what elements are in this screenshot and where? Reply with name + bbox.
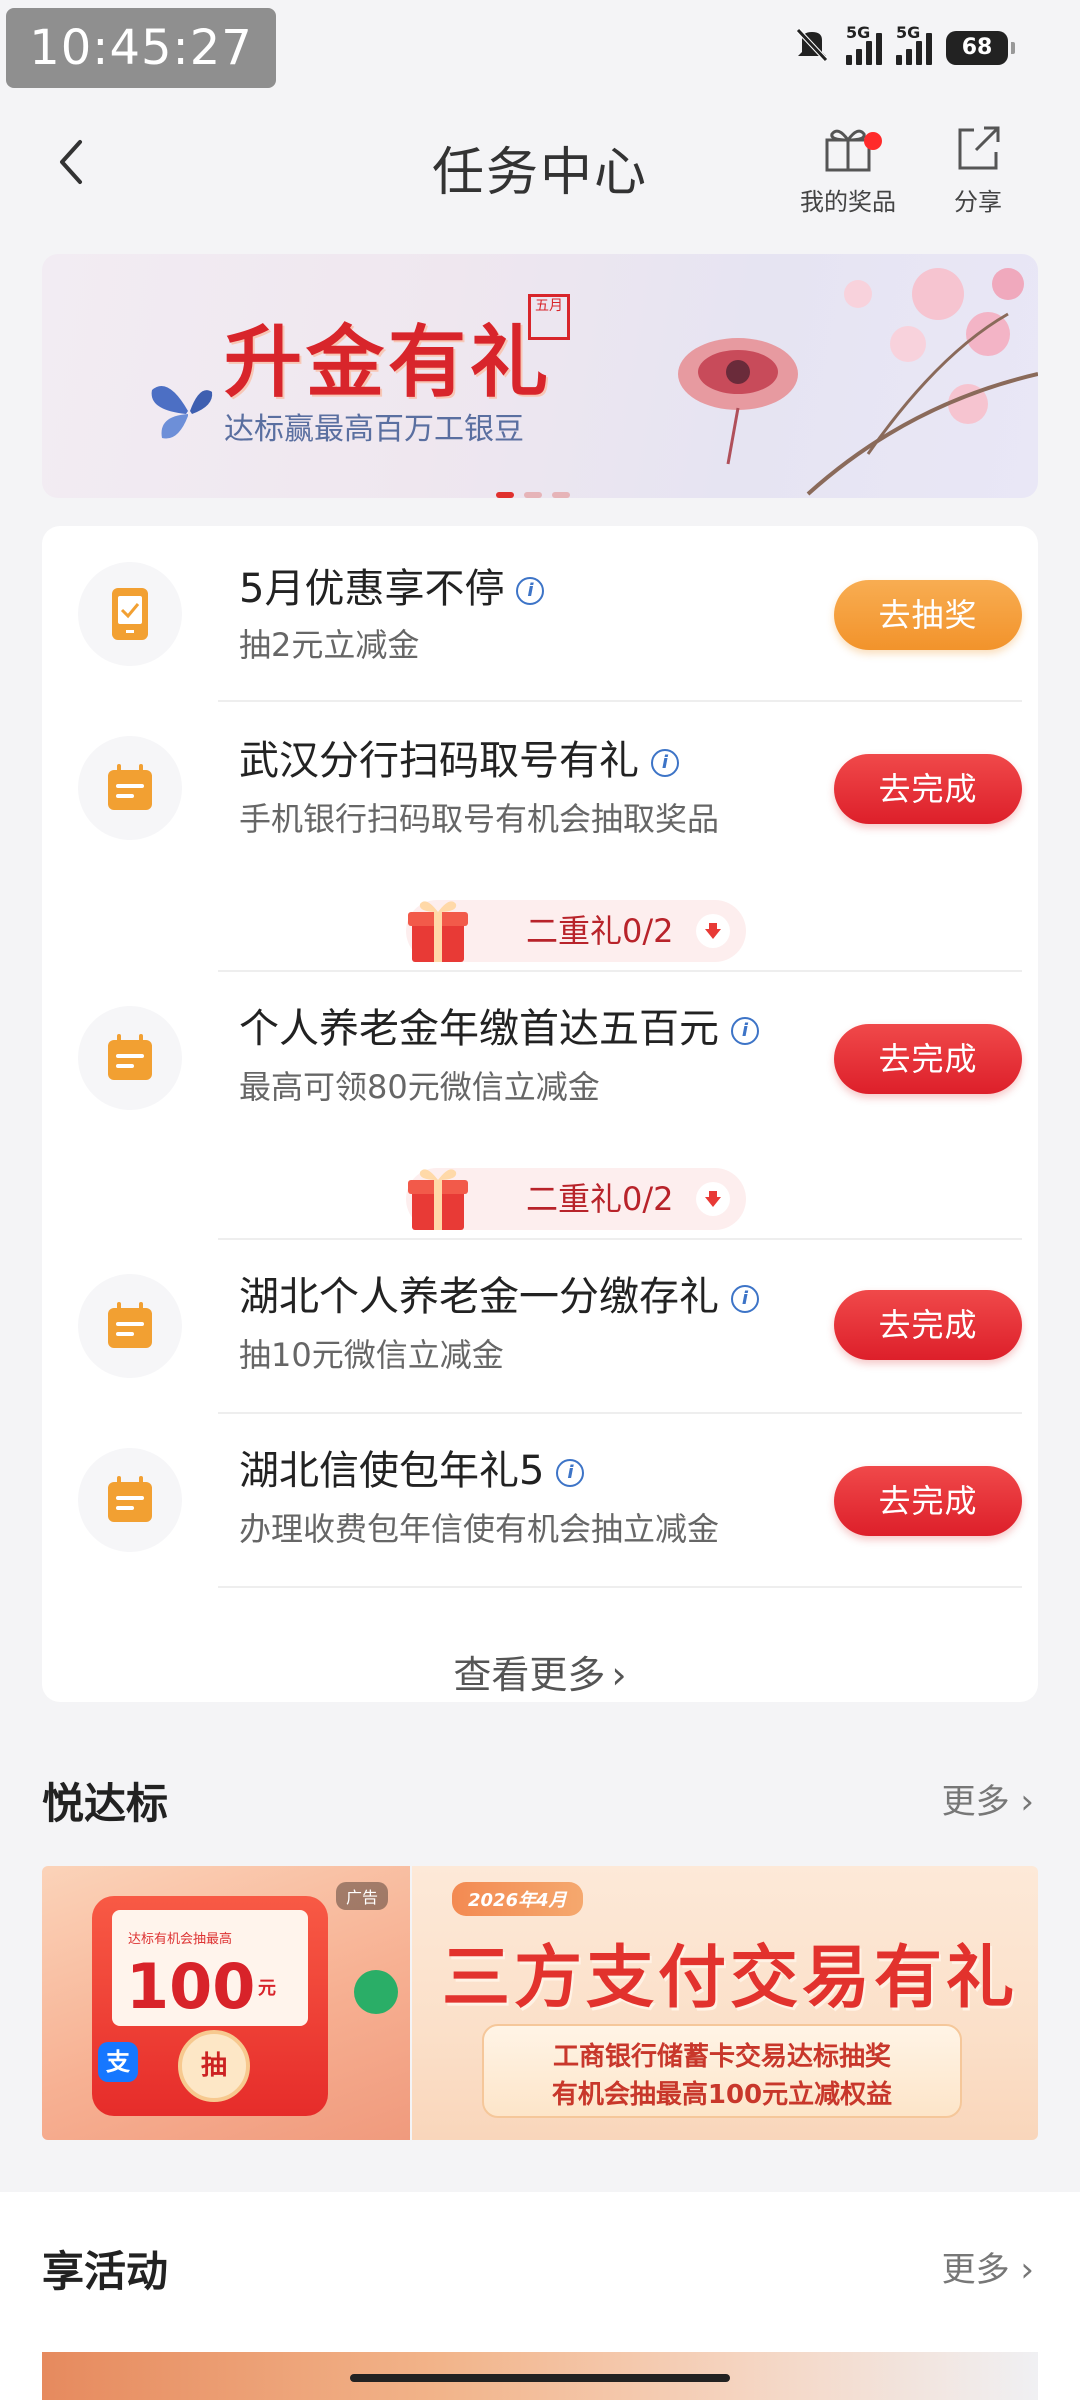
more-label: 更多 bbox=[941, 2250, 1010, 2290]
draw-prize-button[interactable]: 去抽奖 bbox=[834, 580, 1022, 650]
banner-title: 升金有礼 bbox=[224, 318, 553, 408]
carousel-indicator bbox=[496, 492, 570, 498]
promo-banner[interactable]: 升金有礼 五月 达标赢最高百万工银豆 bbox=[42, 254, 1038, 498]
gift-box-icon bbox=[408, 1169, 468, 1230]
complete-task-button[interactable]: 去完成 bbox=[834, 754, 1022, 824]
home-indicator[interactable] bbox=[350, 2374, 730, 2382]
task-desc: 办理收费包年信使有机会抽立减金 bbox=[239, 1510, 720, 1548]
header: 任务中心 我的奖品 分享 bbox=[0, 110, 1080, 220]
divider bbox=[218, 1412, 1022, 1414]
chevron-right-icon: › bbox=[611, 1653, 627, 1697]
calendar-icon bbox=[78, 1274, 182, 1378]
gift-box-icon bbox=[408, 901, 468, 962]
my-prizes-button[interactable]: 我的奖品 bbox=[788, 122, 908, 217]
info-icon[interactable]: i bbox=[556, 1459, 585, 1487]
ad-tag: 广告 bbox=[335, 1882, 388, 1910]
gift-progress-pill[interactable]: 二重礼0/2 bbox=[406, 900, 746, 962]
divider bbox=[218, 1238, 1022, 1240]
mute-icon bbox=[792, 24, 832, 72]
task-name-text: 武汉分行扫码取号有礼 bbox=[239, 738, 639, 784]
signal-icon: 5G bbox=[896, 23, 932, 65]
task-desc: 抽10元微信立减金 bbox=[239, 1336, 504, 1374]
chevron-right-icon: › bbox=[1020, 2250, 1034, 2290]
view-more-label: 查看更多 bbox=[453, 1653, 606, 1697]
banner-subtitle: 达标赢最高百万工银豆 bbox=[224, 412, 524, 447]
ad-line-2: 有机会抽最高100元立减权益 bbox=[551, 2080, 893, 2110]
banner-seal: 五月 bbox=[528, 294, 570, 340]
status-time: 10:45:27 bbox=[6, 8, 276, 88]
complete-task-button[interactable]: 去完成 bbox=[834, 1024, 1022, 1094]
section-title-xiang: 享活动 bbox=[42, 2247, 169, 2296]
ad-red-envelope[interactable]: 达标有机会抽最高 100 元 抽 广告 支 bbox=[42, 1866, 410, 2140]
divider bbox=[218, 1586, 1022, 1588]
share-icon bbox=[958, 126, 1000, 170]
task-desc: 最高可领80元微信立减金 bbox=[239, 1068, 600, 1106]
task-desc: 手机银行扫码取号有机会抽取奖品 bbox=[239, 800, 720, 838]
divider bbox=[218, 700, 1022, 702]
task-name: 湖北个人养老金一分缴存礼 i bbox=[239, 1264, 759, 1322]
draw-badge: 抽 bbox=[178, 2030, 250, 2102]
info-icon[interactable]: i bbox=[731, 1285, 759, 1313]
expand-arrow-icon bbox=[696, 1182, 730, 1216]
butterfly-icon bbox=[151, 386, 213, 439]
ad-title: 三方支付交易有礼 bbox=[442, 1939, 1019, 2018]
gift-progress-label: 二重礼0/2 bbox=[526, 912, 674, 950]
task-name-text: 湖北个人养老金一分缴存礼 bbox=[239, 1274, 719, 1320]
complete-task-button[interactable]: 去完成 bbox=[834, 1290, 1022, 1360]
notification-dot bbox=[864, 132, 882, 150]
complete-task-button[interactable]: 去完成 bbox=[834, 1466, 1022, 1536]
task-name: 武汉分行扫码取号有礼 i bbox=[239, 728, 679, 786]
task-name-text: 个人养老金年缴首达五百元 bbox=[239, 1006, 719, 1052]
task-name-text: 湖北信使包年礼5 bbox=[239, 1448, 545, 1494]
divider bbox=[218, 970, 1022, 972]
chevron-right-icon: › bbox=[1020, 1782, 1034, 1822]
blossom-illustration bbox=[678, 268, 1038, 496]
task-list-card: 5月优惠享不停 i 抽2元立减金 去抽奖 武汉分行扫码取号有礼 i 手机银行扫码取号… bbox=[42, 526, 1038, 1702]
gift-icon bbox=[825, 129, 871, 172]
ad-line-1: 工商银行储蓄卡交易达标抽奖 bbox=[552, 2042, 891, 2072]
info-icon[interactable]: i bbox=[651, 749, 679, 777]
section-more-xiang[interactable]: 更多 › bbox=[942, 2242, 1034, 2291]
more-label: 更多 bbox=[941, 1782, 1010, 1822]
phone-icon bbox=[78, 562, 182, 666]
gift-progress-label: 二重礼0/2 bbox=[526, 1180, 674, 1218]
gift-progress-pill[interactable]: 二重礼0/2 bbox=[406, 1168, 746, 1230]
task-name-text: 5月优惠享不停 bbox=[239, 566, 505, 612]
calendar-icon bbox=[78, 1448, 182, 1552]
network-type-label: 5G bbox=[896, 23, 921, 42]
task-name: 5月优惠享不停 i bbox=[239, 556, 545, 614]
expand-arrow-icon bbox=[696, 914, 730, 948]
ad-unit: 元 bbox=[258, 1978, 276, 1999]
info-icon[interactable]: i bbox=[731, 1017, 759, 1045]
network-type-label: 5G bbox=[846, 23, 871, 42]
task-desc: 抽2元立减金 bbox=[239, 626, 420, 664]
info-icon[interactable]: i bbox=[516, 577, 545, 605]
ad-detail-box: 工商银行储蓄卡交易达标抽奖 有机会抽最高100元立减权益 bbox=[482, 2024, 962, 2118]
section-title-yue: 悦达标 bbox=[42, 1779, 169, 1828]
task-name: 湖北信使包年礼5 i bbox=[239, 1438, 585, 1496]
view-more-link[interactable]: 查看更多 › bbox=[42, 1644, 1038, 1699]
signal-icon: 5G bbox=[846, 23, 882, 65]
share-button[interactable]: 分享 bbox=[918, 122, 1038, 217]
calendar-icon bbox=[78, 736, 182, 840]
my-prizes-label: 我的奖品 bbox=[800, 188, 896, 216]
ad-date-tag: 2026年4月 bbox=[452, 1882, 583, 1916]
wechat-icon bbox=[354, 1970, 398, 2014]
section-more-yue[interactable]: 更多 › bbox=[942, 1774, 1034, 1823]
calendar-icon bbox=[78, 1006, 182, 1110]
status-bar: 10:45:27 5G 5G 68 bbox=[0, 0, 1080, 100]
task-name: 个人养老金年缴首达五百元 i bbox=[239, 996, 759, 1054]
ad-caption: 达标有机会抽最高 bbox=[128, 1932, 233, 1947]
status-icons: 5G 5G 68 bbox=[792, 23, 1015, 72]
ad-amount: 100 bbox=[126, 1950, 256, 2023]
ad-third-party-payment[interactable]: 2026年4月 三方支付交易有礼 工商银行储蓄卡交易达标抽奖 有机会抽最高100… bbox=[412, 1866, 1038, 2140]
share-label: 分享 bbox=[954, 188, 1002, 216]
alipay-icon: 支 bbox=[98, 2042, 138, 2082]
battery-icon: 68 bbox=[946, 31, 1015, 65]
